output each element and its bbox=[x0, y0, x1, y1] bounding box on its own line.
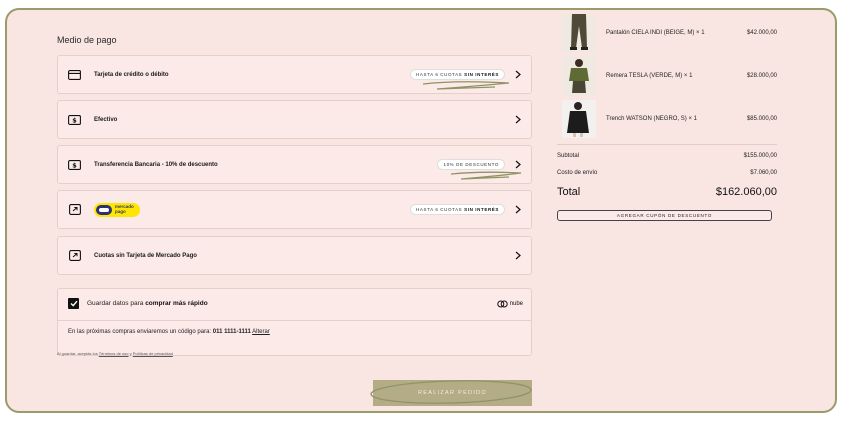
verification-code-info: En las próximas compras enviaremos un có… bbox=[68, 329, 270, 335]
check-icon bbox=[70, 300, 78, 307]
cash-icon: $ bbox=[68, 159, 81, 170]
credit-card-icon bbox=[68, 69, 81, 80]
payment-option-bank-transfer[interactable]: $ Transferencia Bancaria - 10% de descue… bbox=[57, 145, 532, 184]
chevron-right-icon bbox=[513, 251, 523, 261]
subtotal-row: Subtotal $155.000,00 bbox=[557, 153, 777, 159]
cart-item: Pantalón CIELA INDI (BEIGE, M) × 1 $42.0… bbox=[562, 14, 777, 52]
terms-link[interactable]: Términos de uso bbox=[99, 351, 129, 356]
cloud-icon bbox=[496, 300, 508, 307]
payment-option-mercado-pago[interactable]: mercado pago HASTA 6 CUOTAS SIN INTERÉS bbox=[57, 190, 532, 229]
total-value: $162.060,00 bbox=[715, 186, 777, 198]
external-link-icon bbox=[68, 250, 81, 261]
product-price: $28.000,00 bbox=[746, 73, 777, 79]
add-coupon-button[interactable]: AGREGAR CUPÓN DE DESCUENTO bbox=[557, 210, 772, 221]
nube-logo: nube bbox=[496, 300, 523, 308]
save-data-box: Guardar datos para comprar más rápido nu… bbox=[57, 288, 532, 356]
chevron-right-icon bbox=[513, 160, 523, 170]
payment-section-title: Medio de pago bbox=[57, 35, 117, 45]
chevron-right-icon bbox=[513, 70, 523, 80]
mercado-pago-logo: mercado pago bbox=[94, 202, 140, 217]
payment-option-mp-installments[interactable]: Cuotas sin Tarjeta de Mercado Pago bbox=[57, 236, 532, 275]
save-data-label: Guardar datos para comprar más rápido bbox=[87, 300, 208, 307]
svg-text:$: $ bbox=[72, 161, 77, 169]
chevron-right-icon bbox=[513, 115, 523, 125]
shipping-label: Costo de envío bbox=[557, 170, 598, 176]
product-price: $42.000,00 bbox=[746, 30, 777, 36]
shipping-row: Costo de envío $7.060,00 bbox=[557, 170, 777, 176]
payment-option-cash[interactable]: $ Efectivo bbox=[57, 100, 532, 139]
legal-notice: Al guardar, aceptás los Términos de uso … bbox=[57, 351, 173, 356]
payment-option-label: Transferencia Bancaria - 10% de descuent… bbox=[94, 161, 218, 168]
place-order-button[interactable]: REALIZAR PEDIDO bbox=[373, 380, 532, 406]
product-image bbox=[562, 100, 596, 138]
total-label: Total bbox=[557, 186, 581, 198]
total-row: Total $162.060,00 bbox=[557, 186, 777, 198]
product-image bbox=[562, 57, 596, 95]
cart-item: Trench WATSON (NEGRO, S) × 1 $85.000,00 bbox=[562, 100, 777, 138]
product-name: Pantalón CIELA INDI (BEIGE, M) × 1 bbox=[606, 30, 705, 36]
privacy-link[interactable]: Políticas de privacidad bbox=[133, 351, 173, 356]
svg-text:$: $ bbox=[72, 116, 77, 124]
subtotal-label: Subtotal bbox=[557, 153, 580, 159]
subtotal-value: $155.000,00 bbox=[743, 153, 777, 159]
product-price: $85.000,00 bbox=[746, 116, 777, 122]
change-phone-link[interactable]: Alterar bbox=[252, 329, 270, 335]
phone-number: 011 1111-1111 bbox=[212, 329, 251, 335]
payment-option-label: Tarjeta de crédito o débito bbox=[94, 71, 169, 78]
installments-badge: HASTA 6 CUOTAS SIN INTERÉS bbox=[410, 69, 505, 80]
discount-badge: 10% DE DESCUENTO bbox=[437, 159, 505, 170]
cash-icon: $ bbox=[68, 114, 81, 125]
payment-option-label: Cuotas sin Tarjeta de Mercado Pago bbox=[94, 252, 197, 259]
checkout-frame: Medio de pago Tarjeta de crédito o débit… bbox=[5, 8, 837, 413]
handshake-icon bbox=[96, 204, 112, 215]
installments-badge: HASTA 6 CUOTAS SIN INTERÉS bbox=[410, 204, 505, 215]
product-name: Remera TESLA (VERDE, M) × 1 bbox=[606, 73, 693, 79]
payment-option-card[interactable]: Tarjeta de crédito o débito HASTA 6 CUOT… bbox=[57, 55, 532, 94]
payment-option-label: Efectivo bbox=[94, 116, 118, 123]
shipping-value: $7.060,00 bbox=[750, 170, 777, 176]
external-link-icon bbox=[68, 204, 81, 215]
product-image bbox=[562, 14, 596, 52]
chevron-right-icon bbox=[513, 205, 523, 215]
save-data-checkbox[interactable] bbox=[68, 298, 79, 309]
cart-item: Remera TESLA (VERDE, M) × 1 $28.000,00 bbox=[562, 57, 777, 95]
product-name: Trench WATSON (NEGRO, S) × 1 bbox=[606, 116, 697, 122]
